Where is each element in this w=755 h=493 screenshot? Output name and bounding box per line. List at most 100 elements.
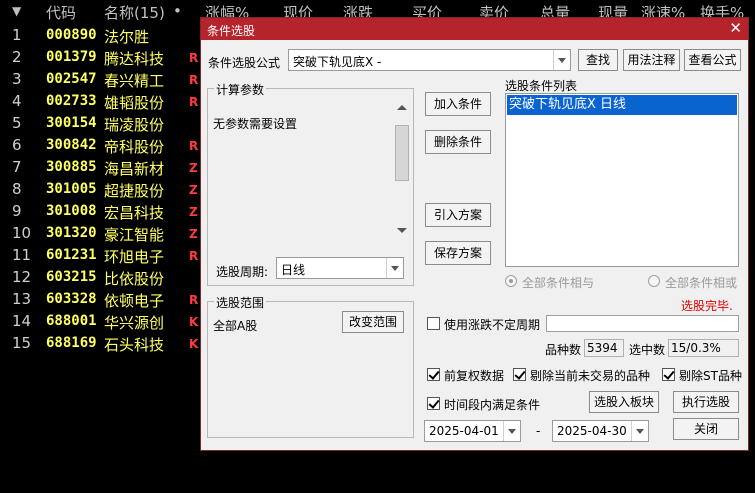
params-scrollbar[interactable] — [394, 103, 410, 235]
period-input[interactable] — [546, 315, 739, 332]
close-button[interactable]: 关闭 — [673, 418, 739, 440]
scroll-up-icon[interactable] — [397, 105, 407, 110]
stock-name: 比依股份 — [104, 270, 165, 288]
all-or-label: 全部条件相或 — [665, 276, 738, 290]
stock-code: 603328 — [46, 291, 97, 307]
exclude-st-label: 剔除ST品种 — [679, 369, 742, 383]
stock-name: 帝科股份 — [104, 138, 165, 156]
period-value: 日线 — [281, 263, 306, 277]
exclude-untraded-checkbox[interactable] — [513, 368, 526, 381]
add-condition-button[interactable]: 加入条件 — [425, 92, 491, 116]
stock-flag: R — [189, 293, 199, 307]
date-from-value: 2025-04-01 — [429, 424, 499, 438]
stock-flag: Z — [189, 161, 198, 175]
chevron-down-icon[interactable] — [553, 50, 570, 70]
table-row[interactable]: 1 000890 法尔胜 — [0, 24, 210, 46]
table-row[interactable]: 11 601231 环旭电子 R — [0, 244, 210, 266]
selected-value: 15/0.3% — [671, 341, 721, 355]
range-group: 选股范围 全部A股 改变范围 — [207, 294, 414, 438]
date-to-picker[interactable]: 2025-04-30 — [552, 420, 649, 442]
table-row[interactable]: 7 300885 海昌新材 Z — [0, 156, 210, 178]
exclude-st-checkbox[interactable] — [662, 368, 675, 381]
stock-code: 603215 — [46, 269, 97, 285]
row-index: 7 — [12, 158, 22, 176]
to-board-button[interactable]: 选股入板块 — [589, 391, 659, 413]
period-select[interactable]: 日线 — [276, 257, 404, 279]
prefq-checkbox[interactable] — [427, 368, 440, 381]
find-button[interactable]: 查找 — [578, 49, 618, 71]
row-index: 13 — [12, 290, 32, 308]
table-row[interactable]: 14 688001 华兴源创 K — [0, 310, 210, 332]
stock-screener-dialog: 条件选股 ✕ 条件选股公式 突破下轨见底X - 查找 用法注释 查看公式 计算参… — [200, 17, 749, 451]
stock-code: 001379 — [46, 49, 97, 65]
condition-list-label: 选股条件列表 — [505, 79, 578, 93]
row-index: 8 — [12, 180, 22, 198]
header-name[interactable]: 名称(15) — [104, 2, 165, 23]
stock-code: 300154 — [46, 115, 97, 131]
stock-name: 环旭电子 — [104, 248, 165, 266]
execute-button[interactable]: 执行选股 — [673, 391, 739, 413]
condition-list[interactable]: 突破下轨见底X 日线 — [505, 93, 739, 267]
range-group-label: 选股范围 — [214, 294, 267, 311]
table-row[interactable]: 3 002547 春兴精工 R — [0, 68, 210, 90]
stock-code: 601231 — [46, 247, 97, 263]
stock-code: 301005 — [46, 181, 97, 197]
date-from-picker[interactable]: 2025-04-01 — [424, 420, 521, 442]
stock-code: 688169 — [46, 335, 97, 351]
delete-condition-button[interactable]: 删除条件 — [425, 130, 491, 154]
use-period-checkbox[interactable] — [427, 317, 440, 330]
stock-code: 688001 — [46, 313, 97, 329]
row-index: 14 — [12, 312, 32, 330]
view-formula-button[interactable]: 查看公式 — [684, 49, 741, 71]
usage-notes-button[interactable]: 用法注释 — [623, 49, 680, 71]
table-row[interactable]: 15 688169 石头科技 K — [0, 332, 210, 354]
time-range-label: 时间段内满足条件 — [444, 398, 541, 412]
table-row[interactable]: 9 301008 宏昌科技 Z — [0, 200, 210, 222]
chevron-down-icon[interactable] — [503, 421, 520, 441]
all-and-radio[interactable] — [505, 275, 517, 287]
row-index: 6 — [12, 136, 22, 154]
table-row[interactable]: 10 301320 豪江智能 Z — [0, 222, 210, 244]
change-range-button[interactable]: 改变范围 — [342, 311, 404, 333]
table-row[interactable]: 5 300154 瑞凌股份 — [0, 112, 210, 134]
stock-flag: R — [189, 139, 199, 153]
row-index: 10 — [12, 224, 32, 242]
import-scheme-button[interactable]: 引入方案 — [425, 203, 491, 227]
formula-label: 条件选股公式 — [208, 56, 281, 70]
row-index: 3 — [12, 70, 22, 88]
table-row[interactable]: 13 603328 依顿电子 R — [0, 288, 210, 310]
header-dot: • — [173, 2, 182, 20]
stock-flag: K — [189, 315, 199, 329]
stock-code: 002547 — [46, 71, 97, 87]
stock-name: 石头科技 — [104, 336, 165, 354]
stock-code: 300885 — [46, 159, 97, 175]
row-index: 4 — [12, 92, 22, 110]
all-and-label: 全部条件相与 — [522, 276, 595, 290]
use-period-label: 使用涨跌不定周期 — [444, 318, 541, 332]
table-row[interactable]: 12 603215 比依股份 — [0, 266, 210, 288]
stock-code: 301008 — [46, 203, 97, 219]
count-field: 5394 — [584, 339, 624, 357]
params-group-label: 计算参数 — [214, 81, 267, 98]
params-text: 无参数需要设置 — [213, 117, 298, 131]
sort-arrow-icon[interactable]: ▼ — [12, 4, 21, 18]
all-or-radio[interactable] — [648, 275, 660, 287]
stock-code: 300842 — [46, 137, 97, 153]
row-index: 9 — [12, 202, 22, 220]
scroll-thumb[interactable] — [395, 125, 409, 181]
table-row[interactable]: 8 301005 超捷股份 Z — [0, 178, 210, 200]
header-code[interactable]: 代码 — [46, 2, 76, 23]
scroll-down-icon[interactable] — [397, 228, 407, 233]
condition-list-item[interactable]: 突破下轨见底X 日线 — [507, 95, 737, 115]
table-row[interactable]: 2 001379 腾达科技 R — [0, 46, 210, 68]
save-scheme-button[interactable]: 保存方案 — [425, 241, 491, 265]
chevron-down-icon[interactable] — [386, 258, 403, 278]
chevron-down-icon[interactable] — [631, 421, 648, 441]
table-row[interactable]: 6 300842 帝科股份 R — [0, 134, 210, 156]
table-row[interactable]: 4 002733 雄韬股份 R — [0, 90, 210, 112]
formula-select[interactable]: 突破下轨见底X - — [288, 49, 571, 71]
time-range-checkbox[interactable] — [427, 397, 440, 410]
stock-flag: Z — [189, 227, 198, 241]
dialog-titlebar[interactable]: 条件选股 ✕ — [201, 18, 748, 40]
close-icon[interactable]: ✕ — [729, 19, 742, 37]
